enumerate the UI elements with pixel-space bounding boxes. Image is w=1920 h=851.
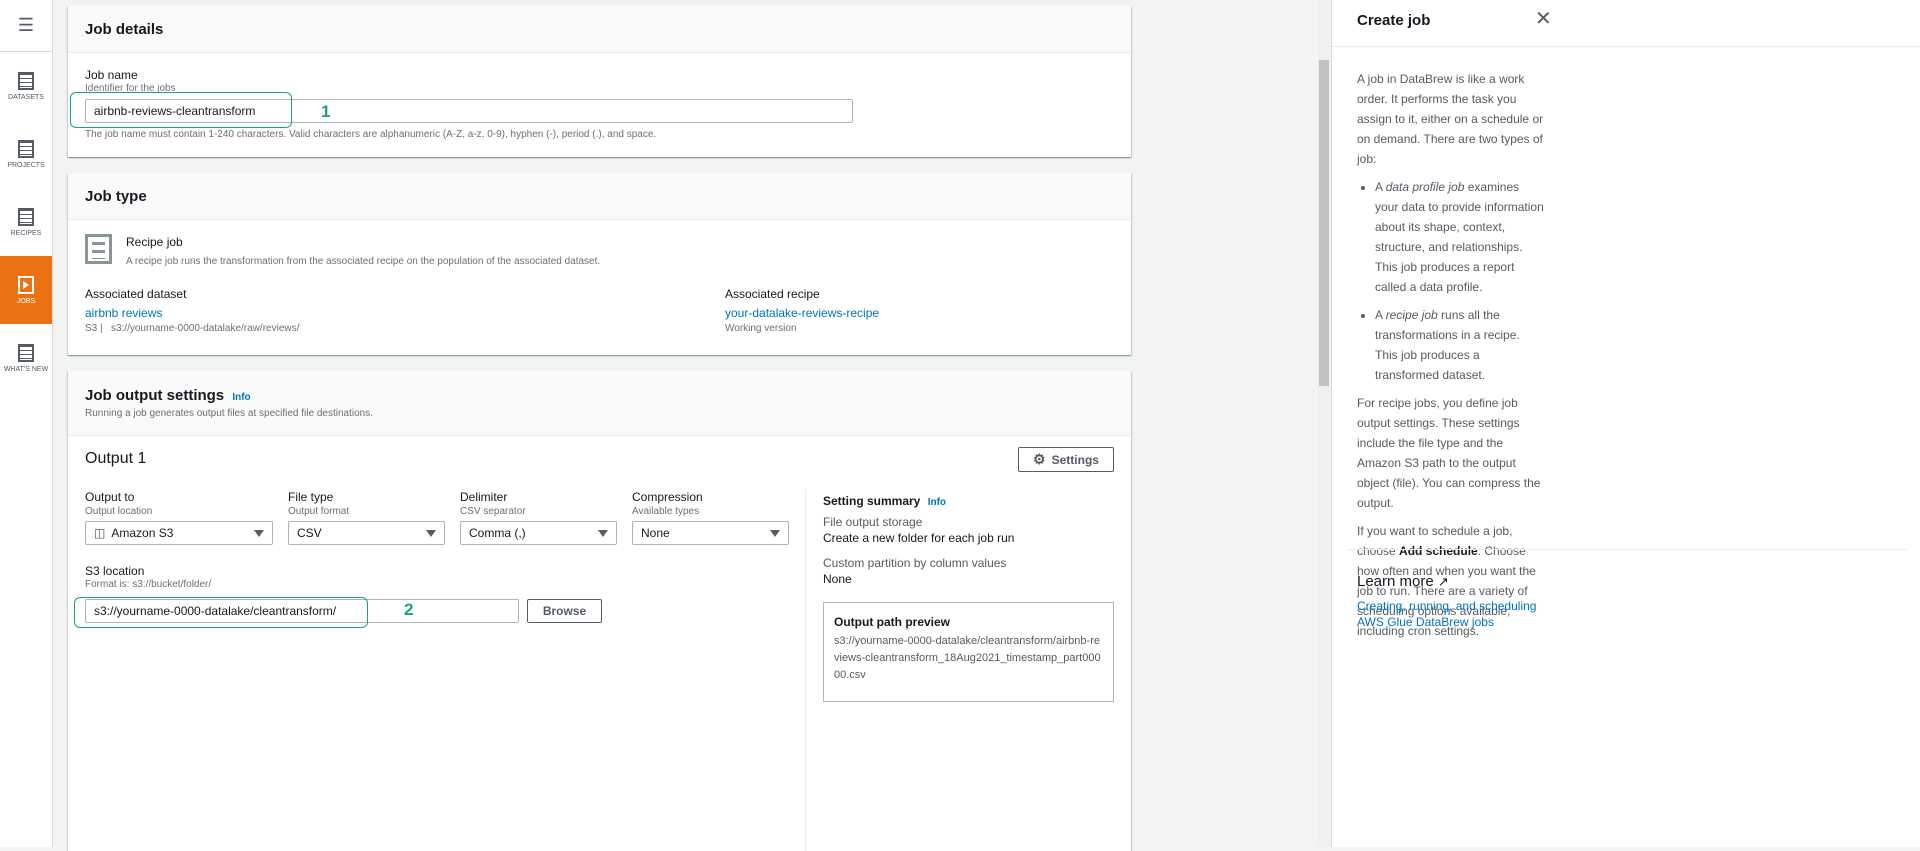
scrollbar[interactable] [1318, 0, 1330, 847]
preview-title: Output path preview [834, 615, 951, 629]
divider [805, 489, 806, 851]
help-link[interactable]: Creating, running, and scheduling AWS Gl… [1357, 598, 1552, 630]
recipe-job-desc: A recipe job runs the transformation fro… [126, 256, 601, 267]
output-to-label: Output to [85, 490, 135, 504]
divider [1332, 46, 1920, 47]
bucket-icon: ◫ [94, 526, 106, 540]
output-to-value: Amazon S3 [111, 526, 174, 540]
dataset-source: S3 | [85, 323, 103, 334]
storage-value: Create a new folder for each job run [823, 531, 1015, 545]
preview-value: s3://yourname-0000-datalake/cleantransfo… [834, 635, 1101, 681]
caret-down-icon [254, 529, 264, 537]
section-desc: Running a job generates output files at … [85, 408, 373, 419]
help-paragraph: A job in DataBrew is like a work order. … [1357, 72, 1544, 166]
output-title: Output 1 [85, 450, 147, 467]
job-name-constraint: The job name must contain 1-240 characte… [85, 129, 657, 140]
recipe-version: Working version [725, 323, 797, 334]
sidebar-item-label: RECIPES [10, 229, 42, 237]
sidebar-item-label: DATASETS [8, 93, 44, 101]
delimiter-label: Delimiter [460, 490, 508, 504]
list-icon [18, 207, 34, 226]
annotation-highlight [70, 92, 292, 128]
annotation-highlight [74, 597, 368, 628]
play-icon [18, 275, 34, 294]
file-type-desc: Output format [288, 506, 350, 517]
output-path-preview: Output path preview s3://yourname-0000-d… [823, 602, 1114, 702]
recipe-job-icon [85, 234, 112, 264]
annotation-number: 2 [404, 600, 414, 619]
output-to-desc: Output location [85, 506, 153, 517]
dataset-label: Associated dataset [85, 287, 187, 301]
help-bullet: A data profile job examines your data to… [1375, 177, 1545, 297]
scrollbar-thumb[interactable] [1319, 60, 1329, 386]
dataset-path: s3://yourname-0000-datalake/raw/reviews/ [110, 323, 300, 334]
table-icon [18, 71, 34, 90]
dataset-link[interactable]: airbnb reviews [85, 306, 162, 320]
file-type-value: CSV [297, 526, 322, 540]
job-output-settings-card: Job output settings Info Running a job g… [68, 371, 1131, 851]
section-title: Job details [85, 20, 164, 38]
summary-title: Setting summary [823, 494, 921, 508]
file-type-label: File type [288, 490, 334, 504]
grid-icon [18, 139, 34, 158]
s3-location-desc: Format is: s3://bucket/folder/ [85, 579, 212, 590]
sidebar-item-datasets[interactable]: DATASETS [0, 52, 52, 120]
info-link[interactable]: Info [928, 497, 946, 508]
close-icon[interactable]: ✕ [1535, 6, 1552, 31]
sidebar-item-label: PROJECTS [7, 161, 45, 169]
recipe-label: Associated recipe [725, 287, 820, 301]
s3-location-label: S3 location [85, 564, 145, 578]
caret-down-icon [426, 529, 436, 537]
partition-value: None [823, 572, 852, 586]
job-name-label: Job name [85, 68, 138, 82]
job-details-card: Job details Job name Identifier for the … [68, 6, 1131, 157]
browse-button[interactable]: Browse [527, 599, 602, 623]
compression-label: Compression [632, 490, 703, 504]
settings-button-label: Settings [1051, 452, 1099, 467]
divider [1347, 549, 1907, 550]
sidebar-item-label: WHAT'S NEW [3, 365, 49, 373]
sidebar-item-jobs[interactable]: JOBS [0, 256, 52, 324]
help-paragraph: For recipe jobs, you define job output s… [1357, 396, 1541, 510]
job-type-card: Job type Recipe job A recipe job runs th… [68, 173, 1131, 355]
sidebar: ☰ DATASETS PROJECTS RECIPES JOBS WHAT'S … [0, 0, 53, 847]
sidebar-item-whats-new[interactable]: WHAT'S NEW [0, 324, 52, 392]
compression-desc: Available types [632, 506, 700, 517]
sidebar-item-recipes[interactable]: RECIPES [0, 188, 52, 256]
caret-down-icon [770, 529, 780, 537]
section-title: Job output settings [85, 387, 225, 404]
panel-title: Create job [1357, 12, 1431, 29]
partition-label: Custom partition by column values [823, 556, 1007, 570]
gear-icon: ⚙ [1033, 451, 1046, 467]
delimiter-value: Comma (,) [469, 526, 526, 540]
help-bullet: A recipe job runs all the transformation… [1375, 305, 1545, 385]
section-title: Job type [85, 187, 147, 205]
info-link[interactable]: Info [232, 392, 250, 403]
news-icon [18, 343, 34, 362]
help-panel: Create job ✕ A job in DataBrew is like a… [1331, 0, 1920, 847]
recipe-job-label: Recipe job [126, 235, 183, 249]
recipe-link[interactable]: your-datalake-reviews-recipe [725, 306, 879, 320]
learn-more-title: Learn more [1357, 573, 1434, 590]
annotation-number: 1 [321, 102, 331, 121]
sidebar-item-projects[interactable]: PROJECTS [0, 120, 52, 188]
compression-value: None [641, 526, 670, 540]
output-to-select[interactable]: ◫ Amazon S3 [85, 521, 273, 545]
storage-label: File output storage [823, 515, 923, 529]
sidebar-item-label: JOBS [16, 297, 36, 305]
menu-icon[interactable]: ☰ [0, 0, 52, 52]
external-link-icon: ↗ [1437, 574, 1449, 589]
file-type-select[interactable]: CSV [288, 521, 445, 545]
settings-button[interactable]: ⚙ Settings [1018, 447, 1114, 472]
delimiter-desc: CSV separator [460, 506, 526, 517]
compression-select[interactable]: None [632, 521, 789, 545]
caret-down-icon [598, 529, 608, 537]
delimiter-select[interactable]: Comma (,) [460, 521, 617, 545]
